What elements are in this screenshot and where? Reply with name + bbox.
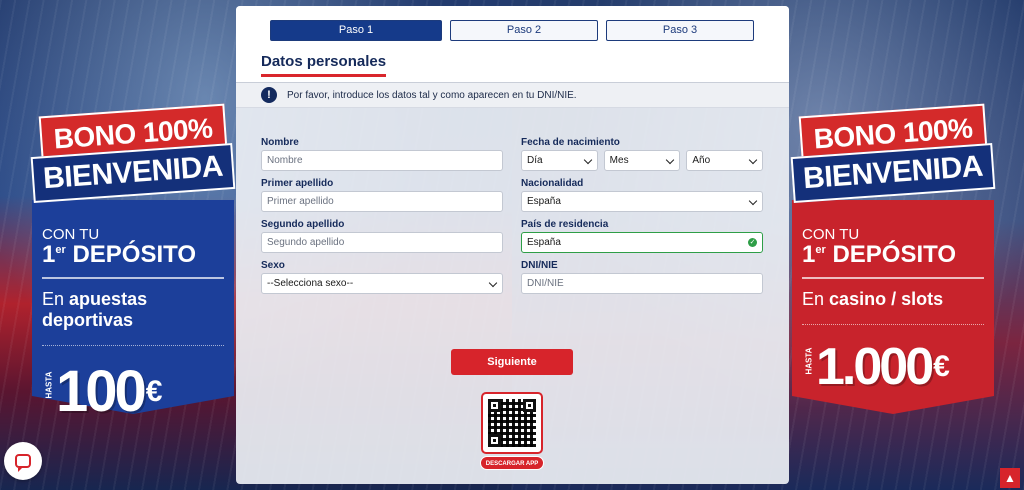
nombre-label: Nombre <box>261 137 299 148</box>
check-circle-icon: ✓ <box>748 238 757 247</box>
segundo-apellido-input[interactable]: Segundo apellido <box>261 232 503 253</box>
promo-banner-sports[interactable]: BONO 100% BIENVENIDA CON TU 1er DEPÓSITO… <box>30 103 236 424</box>
promo-currency: € <box>145 374 163 408</box>
primer-apellido-label: Primer apellido <box>261 178 334 189</box>
field-sexo: Sexo --Selecciona sexo-- <box>261 259 503 294</box>
promo-body: CON TU 1er DEPÓSITO En casino / slots HA… <box>792 200 994 396</box>
form-column-left: Nombre Nombre Primer apellido Primer ape… <box>261 136 503 300</box>
qr-code[interactable] <box>481 392 543 454</box>
promo-en: En apuestas deportivas <box>42 289 148 330</box>
chevron-down-icon <box>748 196 758 206</box>
scroll-top-button[interactable]: ▲ <box>1000 468 1020 488</box>
chat-button[interactable] <box>4 442 42 480</box>
field-nombre: Nombre Nombre <box>261 136 503 171</box>
info-icon: ! <box>261 87 277 103</box>
nacionalidad-select[interactable]: España <box>521 191 763 212</box>
promo-amount: HASTA 1.000 € <box>802 324 984 397</box>
promo-amount-value: 100 <box>56 359 147 424</box>
field-dni: DNI/NIE DNI/NIE <box>521 259 763 294</box>
siguiente-button[interactable]: Siguiente <box>451 349 573 375</box>
chevron-down-icon <box>666 155 675 165</box>
step-tabs: Paso 1 Paso 2 Paso 3 <box>236 6 789 41</box>
qr-code-icon <box>488 399 536 447</box>
tab-paso-3[interactable]: Paso 3 <box>606 20 754 41</box>
nacionalidad-value: España <box>527 196 561 207</box>
primer-apellido-input[interactable]: Primer apellido <box>261 191 503 212</box>
field-nacionalidad: Nacionalidad España <box>521 177 763 212</box>
promo-divider <box>42 277 224 279</box>
mes-select[interactable]: Mes <box>603 150 681 171</box>
nombre-input[interactable]: Nombre <box>261 150 503 171</box>
dia-select[interactable]: Día <box>521 150 598 171</box>
panel-header: Paso 1 Paso 2 Paso 3 Datos personales <box>236 6 789 82</box>
sexo-value: --Selecciona sexo-- <box>267 278 354 289</box>
arrow-up-icon: ▲ <box>1004 471 1016 485</box>
chat-icon <box>15 454 31 472</box>
chevron-down-icon <box>583 155 592 165</box>
pais-residencia-value: España <box>527 237 561 248</box>
promo-deposito: 1er DEPÓSITO <box>802 241 957 268</box>
mes-value: Mes <box>609 155 629 166</box>
fecha-label: Fecha de nacimiento <box>521 137 620 148</box>
promo-hasta: HASTA <box>804 347 814 374</box>
download-app-badge[interactable]: DESCARGAR APP <box>480 456 544 470</box>
pais-residencia-label: País de residencia <box>521 219 609 230</box>
pais-residencia-input[interactable]: España ✓ <box>521 232 763 253</box>
dni-input[interactable]: DNI/NIE <box>521 273 763 294</box>
info-notice: ! Por favor, introduce los datos tal y c… <box>236 82 789 108</box>
notice-text: Por favor, introduce los datos tal y com… <box>287 89 577 101</box>
registration-panel: Paso 1 Paso 2 Paso 3 Datos personales ! … <box>236 6 789 484</box>
field-pais-residencia: País de residencia España ✓ <box>521 218 763 253</box>
anio-value: Año <box>692 155 711 166</box>
chevron-down-icon <box>748 155 758 165</box>
sexo-label: Sexo <box>261 260 285 271</box>
segundo-apellido-label: Segundo apellido <box>261 219 345 230</box>
nacionalidad-label: Nacionalidad <box>521 178 584 189</box>
tab-paso-1[interactable]: Paso 1 <box>270 20 442 41</box>
promo-banner-casino[interactable]: BONO 100% BIENVENIDA CON TU 1er DEPÓSITO… <box>790 103 996 414</box>
tab-paso-2[interactable]: Paso 2 <box>450 20 598 41</box>
field-primer-apellido: Primer apellido Primer apellido <box>261 177 503 212</box>
promo-currency: € <box>933 350 950 383</box>
chevron-down-icon <box>488 278 498 288</box>
sexo-select[interactable]: --Selecciona sexo-- <box>261 273 503 294</box>
form-column-right: Fecha de nacimiento Día Mes Año Nacional… <box>521 136 764 300</box>
promo-deposito: 1er DEPÓSITO <box>42 241 197 268</box>
fecha-selects: Día Mes Año <box>521 150 764 171</box>
promo-amount-value: 1.000 <box>816 338 934 396</box>
promo-tail <box>792 396 994 414</box>
promo-body: CON TU 1er DEPÓSITO En apuestas deportiv… <box>32 200 234 424</box>
field-fecha-nacimiento: Fecha de nacimiento Día Mes Año <box>521 136 764 171</box>
dia-value: Día <box>527 155 543 166</box>
anio-select[interactable]: Año <box>686 150 764 171</box>
section-title: Datos personales <box>261 53 387 77</box>
promo-hasta: HASTA <box>44 371 54 399</box>
promo-en: En casino / slots <box>802 289 944 309</box>
field-segundo-apellido: Segundo apellido Segundo apellido <box>261 218 503 253</box>
dni-label: DNI/NIE <box>521 260 558 271</box>
promo-divider <box>802 277 984 279</box>
